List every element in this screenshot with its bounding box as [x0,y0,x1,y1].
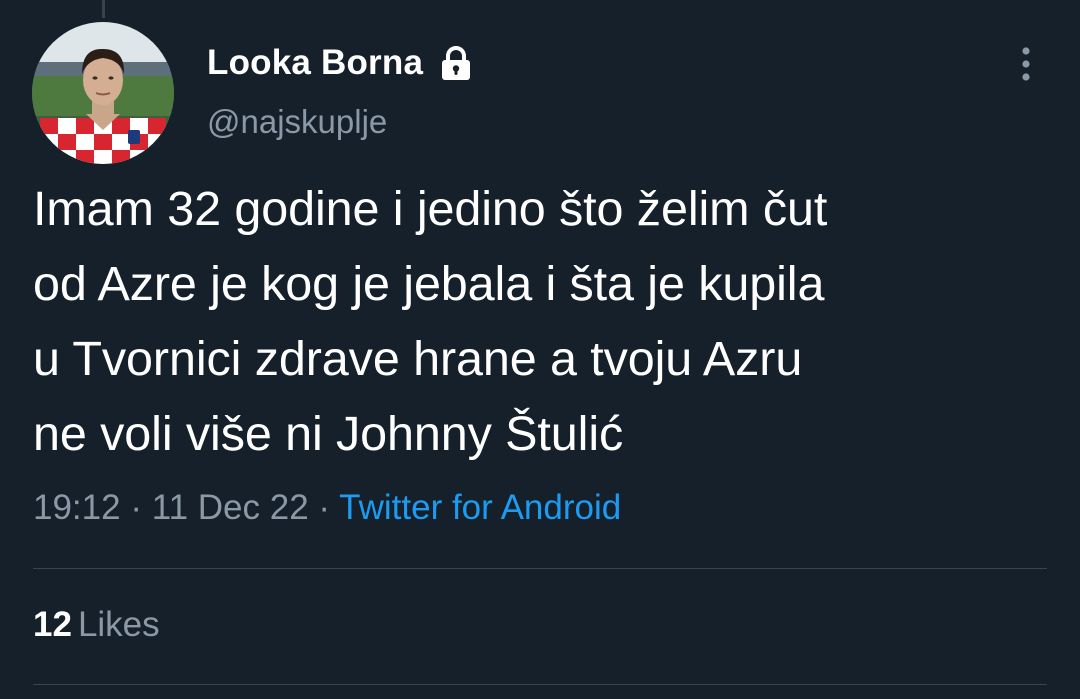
tweet-text-line: od Azre je kog je jebala i šta je kupila [33,257,825,311]
likes-stat[interactable]: 12 Likes [33,605,160,645]
tweet-text: Imam 32 godine i jedino što želim čut od… [33,172,1043,472]
tweet-text-line: Imam 32 godine i jedino što želim čut [33,182,828,236]
author-handle[interactable]: @najskuplje [207,103,387,141]
thread-connector-line [102,0,105,18]
likes-label: Likes [77,605,160,644]
tweet-text-line: ne voli više ni Johnny Štulić [33,407,624,461]
lock-icon [437,44,475,82]
author-display-name[interactable]: Looka Borna [207,43,423,83]
tweet-text-line: u Tvornici zdrave hrane a tvoju Azru [33,332,803,386]
avatar-photo [32,22,174,164]
divider [33,568,1047,569]
tweet-meta: 19:12 · 11 Dec 22 · Twitter for Android [33,488,621,528]
avatar[interactable] [32,22,174,164]
meta-separator: · [318,488,331,527]
tweet-date[interactable]: 11 Dec 22 [152,488,309,527]
meta-separator: · [130,488,142,527]
tweet-source-link[interactable]: Twitter for Android [339,488,621,527]
divider [33,684,1047,685]
likes-count: 12 [33,605,72,644]
more-vertical-icon[interactable] [1010,44,1042,84]
tweet-time[interactable]: 19:12 [33,488,121,527]
author-name-row: Looka Borna [207,40,475,86]
